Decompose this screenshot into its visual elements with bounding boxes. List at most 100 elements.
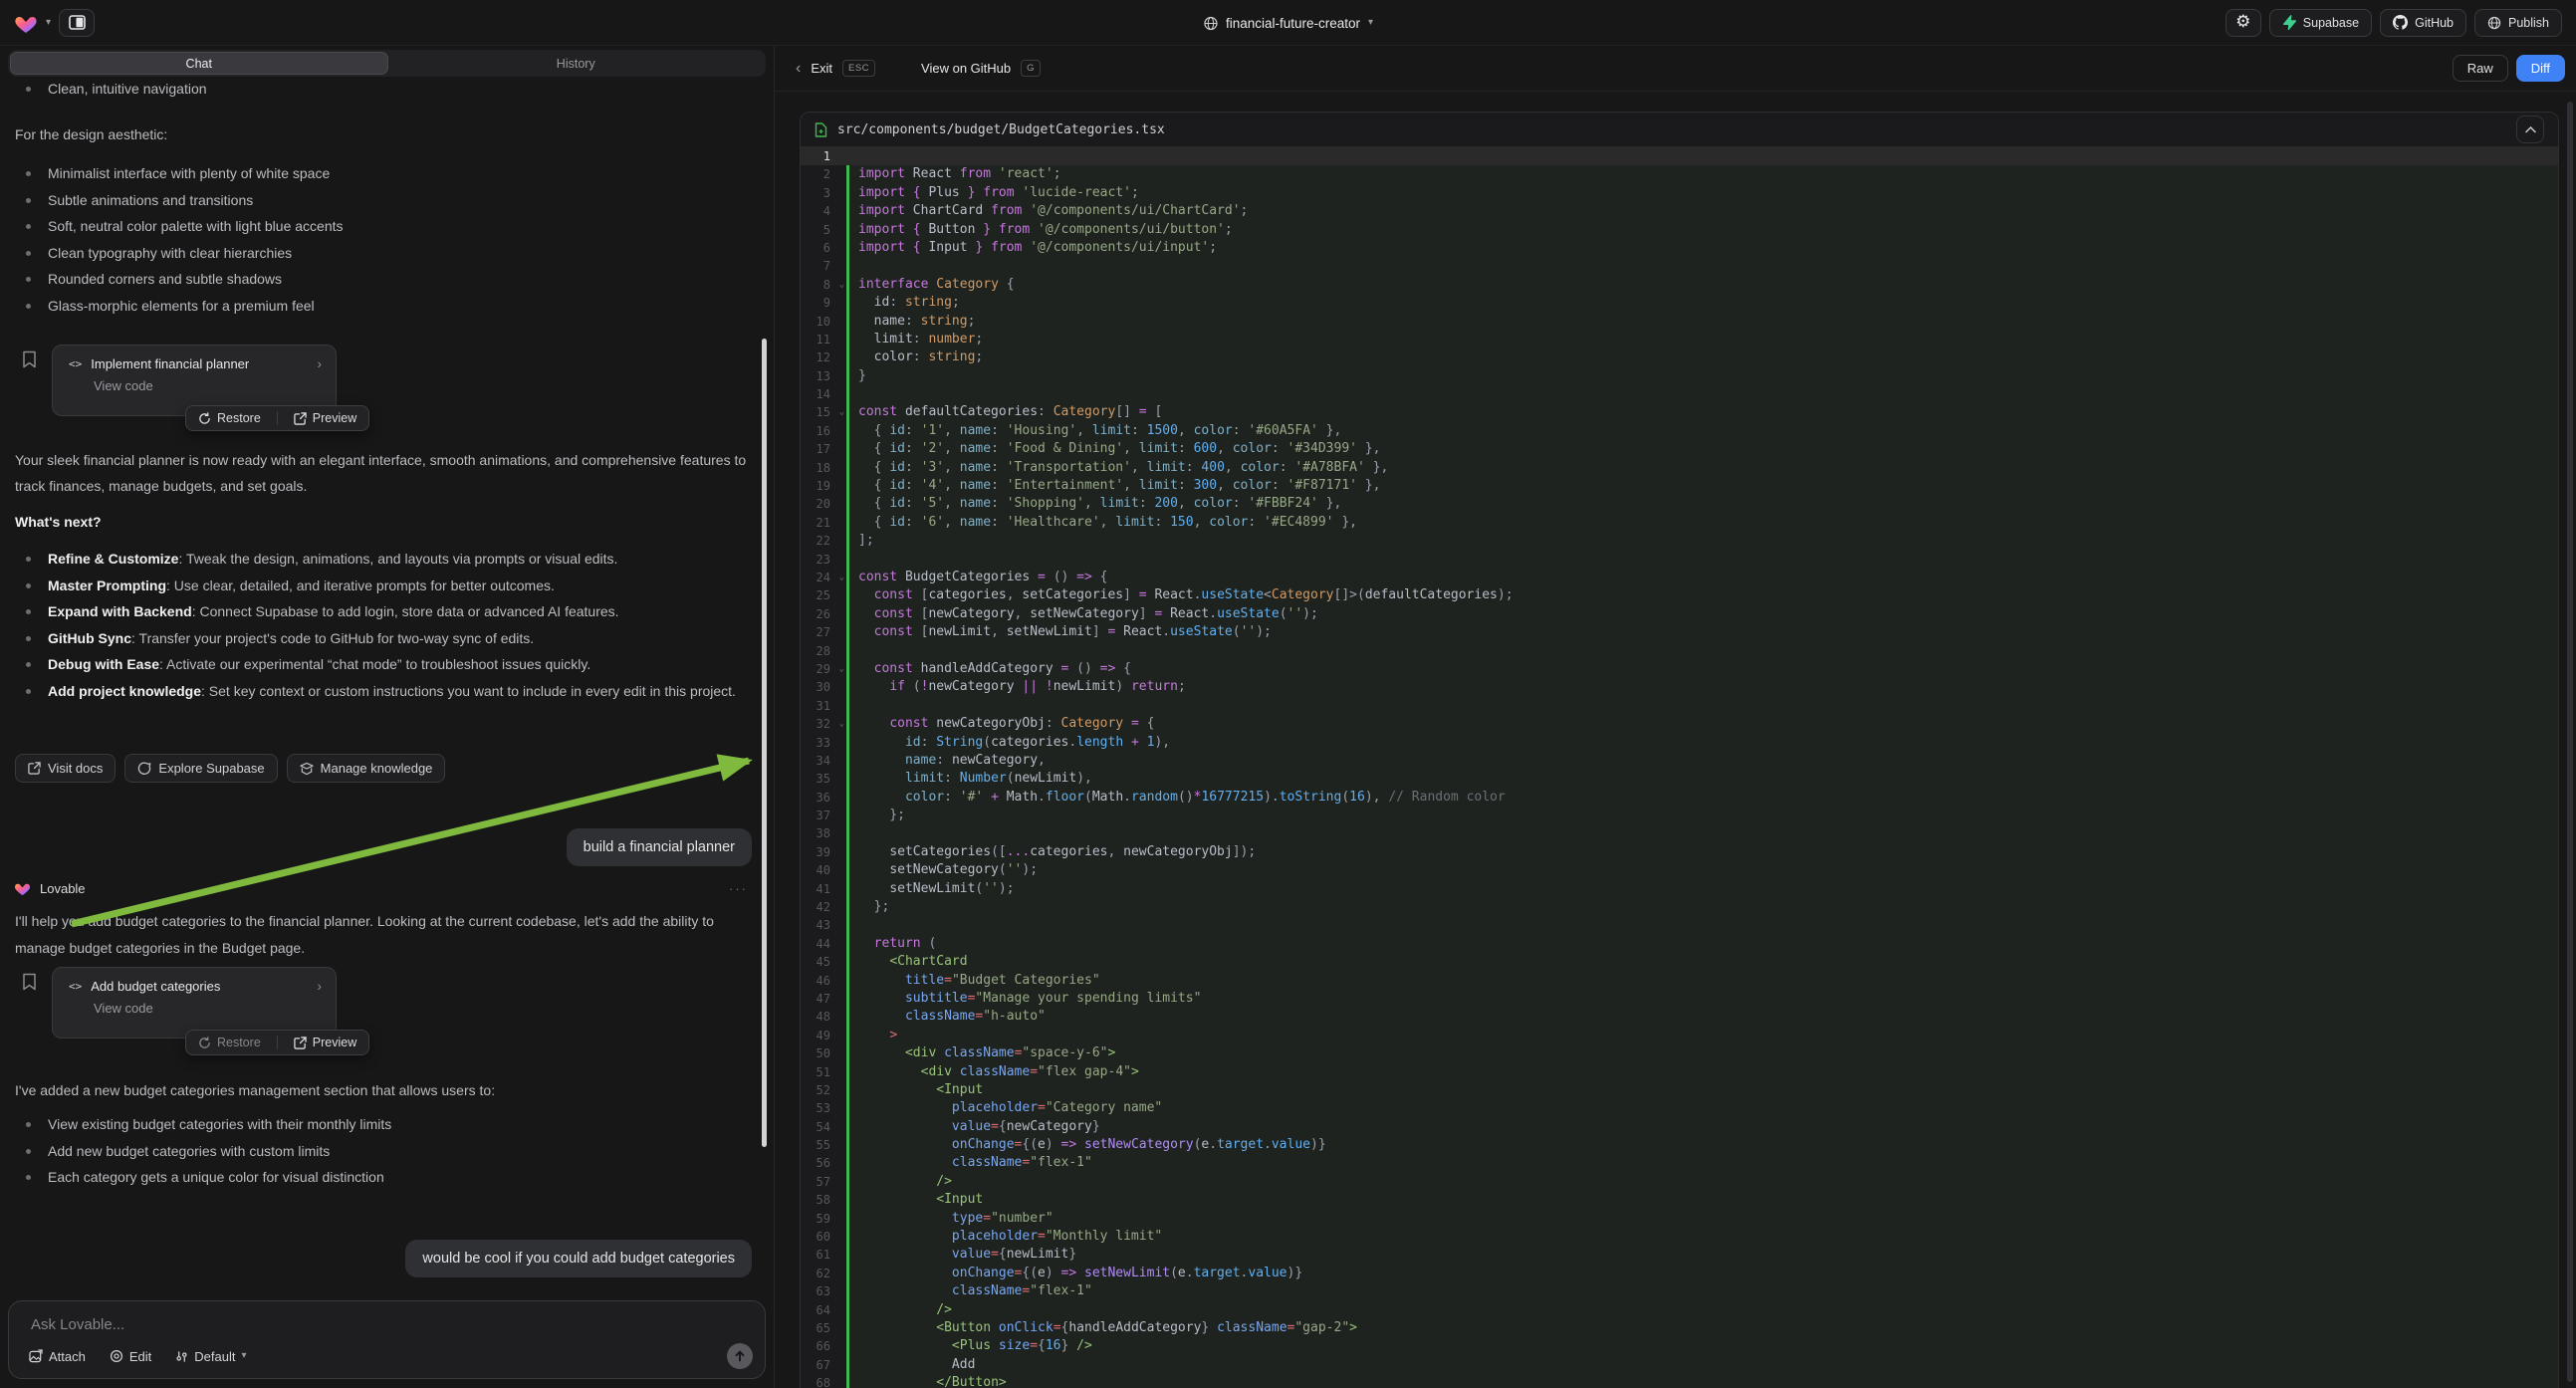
- lovable-heart-avatar-icon: [14, 880, 31, 896]
- attach-button[interactable]: Attach: [29, 1349, 86, 1364]
- view-code-link[interactable]: View code: [53, 371, 336, 393]
- fold-chevron-icon[interactable]: ⌄: [839, 660, 844, 678]
- code-brackets-icon: <>: [69, 980, 82, 993]
- tab-chat[interactable]: Chat: [10, 52, 388, 75]
- code-line: limit: Number(newLimit),: [846, 770, 2558, 788]
- fold-chevron-icon[interactable]: ⌄: [839, 715, 844, 733]
- code-line: />: [846, 1301, 2558, 1319]
- line-number: 6: [801, 239, 846, 257]
- line-number: 41: [801, 880, 846, 898]
- line-number: 43: [801, 916, 846, 934]
- gear-icon: ⚙: [2235, 14, 2250, 31]
- edit-label: Edit: [129, 1349, 151, 1364]
- version-card-add-budget-categories[interactable]: <> Add budget categories › View code: [52, 967, 337, 1039]
- code-editor[interactable]: 12345678⌄9101112131415⌄16171819202122232…: [801, 147, 2558, 1388]
- send-button[interactable]: [727, 1343, 753, 1369]
- message-more-menu-icon[interactable]: ···: [729, 881, 748, 896]
- visit-docs-button[interactable]: Visit docs: [15, 754, 116, 783]
- code-line: title="Budget Categories": [846, 972, 2558, 990]
- line-number: 46: [801, 972, 846, 990]
- bookmark-icon[interactable]: [22, 350, 37, 368]
- code-line: [846, 916, 2558, 934]
- settings-button[interactable]: ⚙: [2225, 9, 2261, 37]
- code-line: onChange={(e) => setNewCategory(e.target…: [846, 1136, 2558, 1154]
- code-line: <ChartCard: [846, 953, 2558, 971]
- supabase-bolt-icon: [2282, 15, 2296, 30]
- github-button[interactable]: GitHub: [2380, 9, 2466, 37]
- code-scrollbar[interactable]: [2567, 102, 2573, 1382]
- line-number: 34: [801, 752, 846, 770]
- preview-button[interactable]: Preview: [294, 411, 356, 425]
- lovable-heart-logo-icon[interactable]: [14, 12, 38, 34]
- code-line: id: String(categories.length + 1),: [846, 734, 2558, 752]
- manage-knowledge-button[interactable]: Manage knowledge: [287, 754, 446, 783]
- view-code-link[interactable]: View code: [53, 994, 336, 1016]
- line-number: 24⌄: [801, 569, 846, 586]
- code-line: const BudgetCategories = () => {: [846, 569, 2558, 586]
- publish-button[interactable]: Publish: [2474, 9, 2562, 37]
- exit-button[interactable]: Exit: [811, 61, 832, 76]
- preview-button[interactable]: Preview: [294, 1036, 356, 1049]
- design-heading: For the design aesthetic:: [15, 121, 754, 147]
- chevron-down-icon: ▾: [241, 1351, 246, 1361]
- line-number: 61: [801, 1246, 846, 1264]
- code-line: [846, 824, 2558, 842]
- tab-history[interactable]: History: [388, 52, 765, 75]
- prompt-input-box[interactable]: Ask Lovable... Attach Edit Default ▾: [8, 1300, 766, 1379]
- line-number: 57: [801, 1173, 846, 1191]
- line-number: 60: [801, 1228, 846, 1246]
- project-switcher[interactable]: financial-future-creator ▾: [1203, 0, 1373, 46]
- scrolled-message-bullets: Clean, intuitive navigation: [15, 76, 752, 103]
- view-on-github-button[interactable]: View on GitHub: [921, 61, 1011, 76]
- model-select[interactable]: Default ▾: [175, 1349, 246, 1364]
- fold-chevron-icon[interactable]: ⌄: [839, 403, 844, 421]
- back-chevron-icon[interactable]: ‹: [796, 61, 801, 77]
- assistant-paragraph: I've added a new budget categories manag…: [15, 1077, 754, 1103]
- panel-left-icon: [69, 15, 86, 30]
- sidebar-toggle-button[interactable]: [59, 9, 95, 37]
- restore-button[interactable]: Restore: [198, 411, 261, 425]
- line-number: 8⌄: [801, 276, 846, 294]
- code-line: { id: '2', name: 'Food & Dining', limit:…: [846, 440, 2558, 458]
- file-path-bar[interactable]: src/components/budget/BudgetCategories.t…: [801, 113, 2558, 147]
- code-line: if (!newCategory || !newLimit) return;: [846, 678, 2558, 696]
- chat-scrollbar[interactable]: [762, 339, 767, 1147]
- raw-toggle-button[interactable]: Raw: [2453, 55, 2508, 82]
- line-number: 55: [801, 1136, 846, 1154]
- line-number: 45: [801, 953, 846, 971]
- line-number: 32⌄: [801, 715, 846, 733]
- user-message-bubble: build a financial planner: [567, 828, 752, 866]
- diff-toggle-button[interactable]: Diff: [2516, 55, 2565, 82]
- edit-mode-button[interactable]: Edit: [110, 1349, 151, 1364]
- explore-supabase-button[interactable]: Explore Supabase: [124, 754, 277, 783]
- code-line: placeholder="Category name": [846, 1099, 2558, 1117]
- line-number: 49: [801, 1027, 846, 1044]
- supabase-button[interactable]: Supabase: [2269, 9, 2372, 37]
- restore-button[interactable]: Restore: [198, 1036, 261, 1049]
- code-line: <Input: [846, 1191, 2558, 1209]
- publish-globe-icon: [2487, 16, 2501, 30]
- code-line: import React from 'react';: [846, 165, 2558, 183]
- code-line: <div className="flex gap-4">: [846, 1063, 2558, 1081]
- fold-chevron-icon[interactable]: ⌄: [839, 276, 844, 294]
- fold-chevron-icon[interactable]: ⌄: [839, 569, 844, 586]
- line-number: 63: [801, 1282, 846, 1300]
- line-number: 15⌄: [801, 403, 846, 421]
- list-item: Clean, intuitive navigation: [15, 76, 752, 103]
- code-line: [846, 147, 2558, 165]
- g-key-badge: G: [1021, 60, 1041, 77]
- line-number: 47: [801, 990, 846, 1008]
- bookmark-icon[interactable]: [22, 973, 37, 991]
- list-item: Soft, neutral color palette with light b…: [15, 213, 752, 240]
- logo-chevron-down-icon[interactable]: ▾: [46, 18, 51, 28]
- explore-supabase-label: Explore Supabase: [158, 761, 264, 776]
- line-number: 62: [801, 1265, 846, 1282]
- line-number: 40: [801, 861, 846, 879]
- code-line: subtitle="Manage your spending limits": [846, 990, 2558, 1008]
- code-line: />: [846, 1173, 2558, 1191]
- line-number: 28: [801, 642, 846, 660]
- code-line: { id: '6', name: 'Healthcare', limit: 15…: [846, 514, 2558, 532]
- prompt-placeholder[interactable]: Ask Lovable...: [31, 1316, 124, 1333]
- code-line: placeholder="Monthly limit": [846, 1228, 2558, 1246]
- collapse-file-button[interactable]: [2516, 116, 2544, 143]
